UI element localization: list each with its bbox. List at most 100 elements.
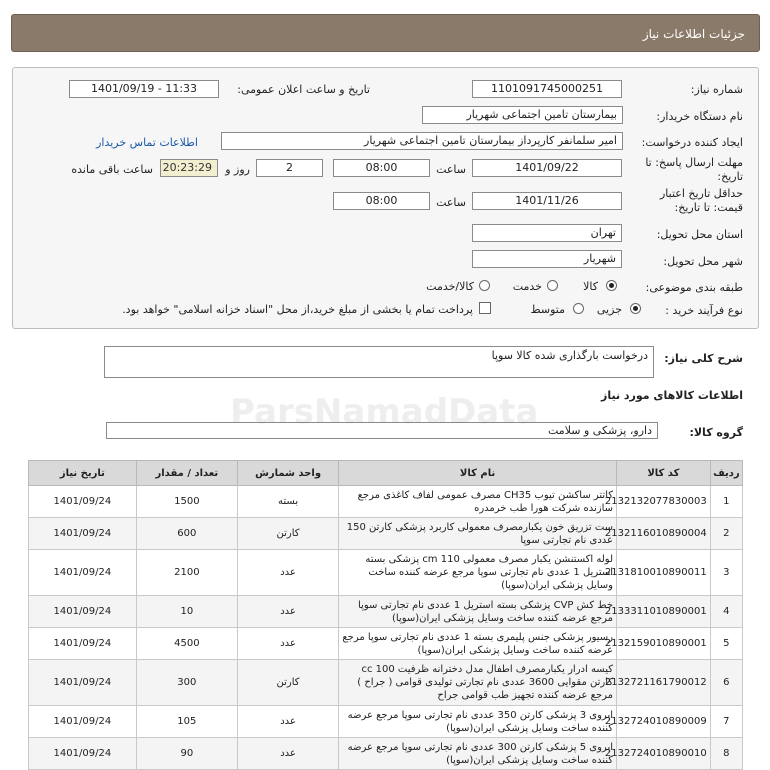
cell-qty: 1500 bbox=[135, 485, 238, 518]
process-option-minor: جزیی bbox=[596, 303, 622, 316]
cell-qty: 10 bbox=[135, 595, 238, 628]
cell-date: 1401/09/24 bbox=[28, 485, 137, 518]
cell-name: ابروی 3 پزشکی کارتن 350 عددی نام تجارتی … bbox=[338, 705, 618, 738]
province-label: استان محل تحویل: bbox=[656, 228, 743, 241]
table-row: 6 2132721161790012 کیسه ادرار یکبارمصرف … bbox=[28, 659, 744, 706]
category-option-goods: کالا bbox=[583, 280, 598, 293]
page-title: جزئیات اطلاعات نیاز bbox=[642, 27, 745, 41]
header-unit: واحد شمارش bbox=[236, 460, 340, 486]
cell-qty: 105 bbox=[135, 705, 238, 738]
category-radio-both[interactable] bbox=[479, 280, 490, 291]
header-row-number: ردیف bbox=[709, 460, 744, 486]
cell-qty: 4500 bbox=[135, 627, 238, 660]
cell-date: 1401/09/24 bbox=[28, 549, 137, 596]
page-header: جزئیات اطلاعات نیاز bbox=[11, 14, 760, 52]
cell-code: 2132159010890001 bbox=[605, 627, 711, 660]
cell-row: 3 bbox=[709, 549, 744, 596]
header-code: کد کالا bbox=[616, 460, 711, 486]
cell-code: 2132721161790012 bbox=[605, 659, 711, 706]
cell-name: کاتتر ساکشن تیوب CH35 مصرف عمومی لفاف کا… bbox=[338, 485, 618, 518]
days-label: روز و bbox=[225, 163, 250, 176]
process-radio-medium[interactable] bbox=[573, 303, 584, 314]
buyer-contact-link[interactable]: اطلاعات تماس خریدار bbox=[96, 136, 198, 149]
goods-section-title: اطلاعات کالاهای مورد نیاز bbox=[601, 389, 743, 402]
creator-field: امیر سلمانفر کارپرداز بیمارستان تامین اج… bbox=[221, 132, 623, 150]
cell-code: 2132132077830003 bbox=[605, 485, 711, 518]
cell-unit: عدد bbox=[236, 737, 340, 770]
validity-date-field: 1401/11/26 bbox=[472, 192, 622, 210]
validity-time-label: ساعت bbox=[436, 196, 466, 209]
announce-field: 1401/09/19 - 11:33 bbox=[69, 80, 219, 98]
cell-code: 2132116010890004 bbox=[605, 517, 711, 550]
cell-date: 1401/09/24 bbox=[28, 659, 137, 706]
cell-unit: کارتن bbox=[236, 659, 340, 706]
table-row: 7 2132724010890009 ابروی 3 پزشکی کارتن 3… bbox=[28, 705, 744, 738]
description-label: شرح کلی نیاز: bbox=[664, 352, 743, 365]
cell-code: 2131810010890011 bbox=[605, 549, 711, 596]
deadline-label: مهلت ارسال پاسخ: تا bbox=[645, 156, 743, 169]
process-radio-minor[interactable] bbox=[630, 303, 641, 314]
need-number-field: 1101091745000251 bbox=[472, 80, 622, 98]
cell-date: 1401/09/24 bbox=[28, 705, 137, 738]
table-header-row: ردیف کد کالا نام کالا واحد شمارش تعداد /… bbox=[28, 460, 744, 486]
cell-name: ست تزریق خون یکبارمصرف معمولی کاربرد پزش… bbox=[338, 517, 618, 550]
table-row: 5 2132159010890001 رسیور پزشکی جنس پلیمر… bbox=[28, 627, 744, 660]
announce-label: تاریخ و ساعت اعلان عمومی: bbox=[237, 83, 370, 96]
deadline-time-field: 08:00 bbox=[333, 159, 430, 177]
cell-row: 6 bbox=[709, 659, 744, 706]
table-row: 1 2132132077830003 کاتتر ساکشن تیوب CH35… bbox=[28, 485, 744, 518]
cell-qty: 90 bbox=[135, 737, 238, 770]
cell-code: 2132724010890010 bbox=[605, 737, 711, 770]
need-number-label: شماره نیاز: bbox=[690, 83, 743, 96]
cell-date: 1401/09/24 bbox=[28, 517, 137, 550]
header-qty: تعداد / مقدار bbox=[135, 460, 238, 486]
treasury-checkbox[interactable] bbox=[479, 302, 491, 314]
treasury-note: پرداخت تمام یا بخشی از مبلغ خرید،از محل … bbox=[122, 303, 473, 316]
header-date: تاریخ نیاز bbox=[28, 460, 137, 486]
cell-name: ابروی 5 پزشکی کارتن 300 عددی نام تجارتی … bbox=[338, 737, 618, 770]
cell-name: لوله اکستنشن یکبار مصرف معمولی 110 cm پز… bbox=[338, 549, 618, 596]
cell-unit: عدد bbox=[236, 549, 340, 596]
table-row: 8 2132724010890010 ابروی 5 پزشکی کارتن 3… bbox=[28, 737, 744, 770]
cell-row: 7 bbox=[709, 705, 744, 738]
days-field: 2 bbox=[256, 159, 323, 177]
goods-group-field: دارو، پزشکی و سلامت bbox=[106, 422, 658, 439]
cell-row: 4 bbox=[709, 595, 744, 628]
cell-date: 1401/09/24 bbox=[28, 595, 137, 628]
category-label: طبقه بندی موضوعی: bbox=[645, 281, 743, 294]
remaining-label: ساعت باقی مانده bbox=[71, 163, 153, 176]
cell-name: رسیور پزشکی جنس پلیمری بسته 1 عددی نام ت… bbox=[338, 627, 618, 660]
buyer-field: بیمارستان تامین اجتماعی شهریار bbox=[422, 106, 623, 124]
cell-qty: 600 bbox=[135, 517, 238, 550]
cell-qty: 300 bbox=[135, 659, 238, 706]
description-field: درخواست بارگذاری شده کالا سوپا bbox=[104, 346, 654, 378]
table-row: 4 2133311010890001 خط کش CVP پزشکی بسته … bbox=[28, 595, 744, 628]
category-option-service: خدمت bbox=[512, 280, 542, 293]
cell-row: 8 bbox=[709, 737, 744, 770]
category-radio-service[interactable] bbox=[547, 280, 558, 291]
city-label: شهر محل تحویل: bbox=[663, 255, 743, 268]
header-name: نام کالا bbox=[338, 460, 618, 486]
category-option-both: کالا/خدمت bbox=[426, 280, 474, 293]
cell-code: 2132724010890009 bbox=[605, 705, 711, 738]
deadline-date-label: تاریخ: bbox=[717, 170, 743, 183]
cell-code: 2133311010890001 bbox=[605, 595, 711, 628]
buyer-label: نام دستگاه خریدار: bbox=[656, 110, 743, 123]
cell-unit: عدد bbox=[236, 595, 340, 628]
category-radio-goods[interactable] bbox=[606, 280, 617, 291]
validity-label: حداقل تاریخ اعتبار bbox=[659, 187, 743, 200]
deadline-time-label: ساعت bbox=[436, 163, 466, 176]
cell-unit: کارتن bbox=[236, 517, 340, 550]
deadline-date-field: 1401/09/22 bbox=[472, 159, 622, 177]
cell-unit: عدد bbox=[236, 627, 340, 660]
province-field: تهران bbox=[472, 224, 622, 242]
validity-date-label: قیمت: تا تاریخ: bbox=[674, 201, 743, 214]
goods-table: ردیف کد کالا نام کالا واحد شمارش تعداد /… bbox=[28, 460, 744, 770]
process-label: نوع فرآیند خرید : bbox=[665, 304, 743, 317]
cell-unit: عدد bbox=[236, 705, 340, 738]
table-row: 3 2131810010890011 لوله اکستنشن یکبار مص… bbox=[28, 549, 744, 596]
cell-date: 1401/09/24 bbox=[28, 627, 137, 660]
cell-date: 1401/09/24 bbox=[28, 737, 137, 770]
city-field: شهریار bbox=[472, 250, 622, 268]
cell-qty: 2100 bbox=[135, 549, 238, 596]
